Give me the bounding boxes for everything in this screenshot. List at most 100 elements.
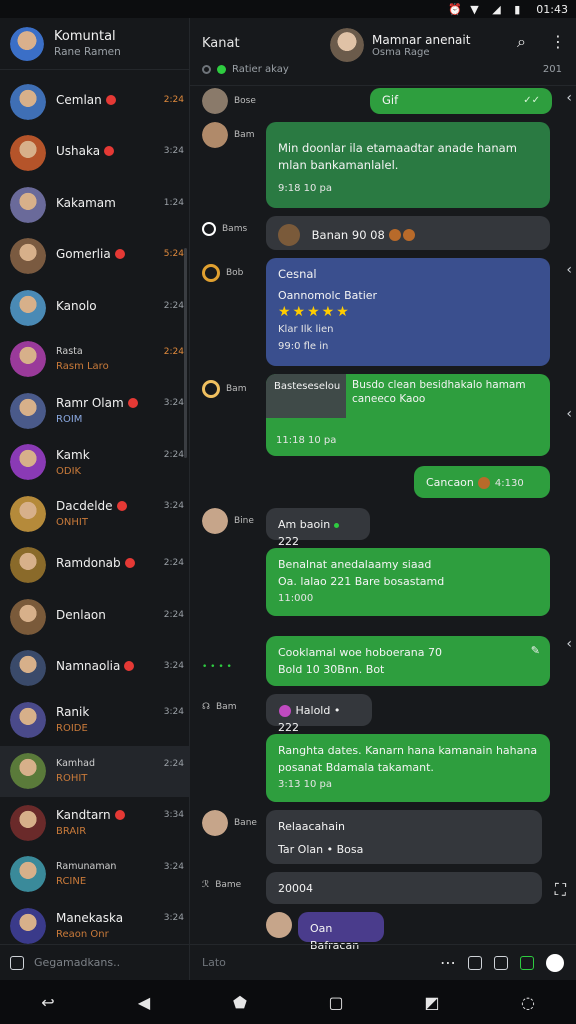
image-icon[interactable] [494, 955, 508, 970]
message-bubble[interactable]: Min doonlar ila etamaadtar anade hanam m… [266, 122, 550, 208]
chat-time: 2:24 [163, 558, 184, 569]
chat-list-item[interactable]: Kamhad 2:24 ROHIT [0, 745, 190, 797]
chat-time: 2:24 [163, 609, 184, 620]
emoji-icon [389, 229, 402, 241]
message-bubble[interactable]: Gif ✓✓ [370, 88, 552, 114]
assistant-icon[interactable]: ◌ [519, 993, 537, 1012]
chat-list-item[interactable]: Rasta 2:24 Rasm Laro [0, 334, 190, 386]
more-icon[interactable]: ⋯ [440, 953, 456, 972]
message-bubble[interactable]: Oan Bafracan [298, 912, 384, 952]
chat-list-item[interactable]: Kandtarn 3:34 BRAIR [0, 797, 190, 849]
chat-avatar [10, 650, 46, 687]
back-icon[interactable]: ◀ [135, 993, 153, 1012]
chat-list-item[interactable]: Kamk 2:24 ODIK [0, 437, 190, 489]
chevron-left-icon[interactable]: ‹ [566, 636, 572, 652]
chat-avatar [10, 547, 46, 584]
contact-status: Ratier akay [202, 64, 289, 75]
chevron-left-icon[interactable]: ‹ [566, 90, 572, 106]
message-bubble[interactable]: Banan 90 08 [266, 216, 550, 250]
chevron-left-icon[interactable]: ‹ [566, 406, 572, 422]
sender-avatar[interactable] [202, 122, 228, 148]
alarm-icon: ⏰ [448, 3, 462, 16]
chat-list-item[interactable]: Ushaka 3:24 [0, 128, 190, 180]
unread-badge-icon [114, 249, 125, 260]
message-input[interactable]: Lato [202, 956, 428, 969]
chat-name: Gomerlia [56, 247, 111, 262]
chat-time: 3:24 [163, 913, 184, 924]
user-avatar[interactable] [10, 26, 44, 61]
chat-avatar [10, 135, 46, 172]
sender-avatar[interactable] [266, 912, 292, 938]
chat-list-item[interactable]: Dacdelde 3:24 ONHIT [0, 488, 190, 540]
message-bubble[interactable]: Ranghta dates. Kanarn hana kamanain haha… [266, 734, 550, 802]
chat-list-item[interactable]: Ramr Olam 3:24 ROIM [0, 385, 190, 437]
coin-icon [202, 380, 220, 398]
chat-preview: RCINE [56, 876, 87, 888]
message-bubble[interactable]: Am baoin 222 [266, 508, 370, 548]
chat-list-item[interactable]: Cemlan 2:24 [0, 76, 190, 128]
unread-badge-icon [114, 810, 125, 821]
chat-name: Ramunaman [56, 861, 117, 873]
home-icon[interactable]: ⬟ [231, 993, 249, 1012]
battery-icon: ▮ [514, 3, 521, 16]
message-bubble[interactable]: 20004 [266, 872, 542, 904]
emoji-icon [279, 705, 291, 717]
contact-avatar[interactable] [330, 28, 364, 62]
sender-avatar [278, 224, 300, 246]
more-options-icon[interactable]: ⋮ [550, 32, 566, 52]
chat-header: Kanat Mamnar anenait Osma Rage ⌕ ⋮ Ratie… [190, 18, 576, 86]
clock: 01:43 [536, 2, 568, 16]
sidebar-search-input[interactable]: Gegamadkans.. [34, 956, 120, 969]
message-bubble[interactable]: Benalnat anedalaamy siaad Oa. lalao 221 … [266, 548, 550, 616]
chat-list: Cemlan 2:24 Ushaka 3:24 Kakamam 1:24 Gomerlia 5… [0, 76, 190, 952]
recents-icon[interactable]: ▢ [327, 993, 345, 1012]
edit-icon[interactable]: ✎ [531, 642, 540, 659]
chat-list-item[interactable]: Ranik 3:24 ROIDE [0, 694, 190, 746]
chat-name: Ushaka [56, 144, 101, 159]
chat-name: Denlaon [56, 607, 106, 622]
chat-name: Kamhad [56, 758, 96, 770]
expand-icon[interactable]: ⛶ [555, 880, 566, 900]
sender-avatar[interactable] [202, 88, 228, 114]
typing-indicator: • • • • [202, 662, 232, 672]
message-bubble[interactable]: Halold • 222 [266, 694, 372, 734]
screenshot-icon[interactable]: ◩ [423, 993, 441, 1012]
bot-icon: ℛ [202, 880, 210, 890]
chat-list-item[interactable]: Gomerlia 5:24 [0, 231, 190, 283]
chevron-left-icon[interactable]: ‹ [566, 262, 572, 278]
message-bubble[interactable]: Basteseselou Busdo clean besidhakalo ham… [266, 374, 550, 456]
chat-time: 1:24 [163, 197, 184, 208]
message-bubble[interactable]: Cancaon 4:130 [414, 466, 550, 498]
chat-list-item[interactable]: Namnaolia 3:24 [0, 643, 190, 695]
chat-avatar [10, 856, 46, 893]
chat-list-item[interactable]: Kakamam 1:24 [0, 179, 190, 231]
emoji-picker-icon[interactable] [546, 953, 564, 972]
sender-avatar[interactable] [202, 508, 228, 534]
chat-avatar [10, 392, 46, 429]
message-bubble[interactable]: Relaacahain Tar Olan • Bosa [266, 810, 542, 864]
chat-name: Dacdelde [56, 499, 113, 514]
search-icon[interactable]: ⌕ [517, 32, 526, 52]
read-tick-icon: ✓✓ [523, 95, 540, 106]
chat-avatar [10, 83, 46, 120]
sidebar-scrollbar[interactable] [184, 248, 187, 458]
contact-info[interactable]: Mamnar anenait Osma Rage [330, 28, 470, 62]
back-gesture-icon[interactable]: ↩ [39, 993, 57, 1012]
message-bubble[interactable]: Cooklamal woe hoboerana 70 Bold 10 30Bnn… [266, 636, 550, 686]
wifi-icon: ▼ [470, 3, 479, 16]
message-bubble[interactable]: Cesnal Oannomolc Batier ★★★★★ Klar Ilk l… [266, 258, 550, 366]
status-ring-icon [202, 65, 211, 74]
chat-list-item[interactable]: Kanolo 2:24 [0, 282, 190, 334]
chat-name: Rasta [56, 346, 83, 358]
chat-list-item[interactable]: Denlaon 2:24 [0, 591, 190, 643]
chat-avatar [10, 907, 46, 944]
chat-list-item[interactable]: Ramunaman 3:24 RCINE [0, 849, 190, 901]
signal-icon: ◢ [492, 3, 501, 16]
composer: Lato ⋯ [190, 944, 576, 980]
sticker-icon[interactable] [520, 955, 534, 970]
chat-time: 2:24 [163, 346, 184, 357]
chat-list-item[interactable]: Ramdonab 2:24 [0, 540, 190, 592]
attachment-icon[interactable] [468, 955, 482, 970]
sender-avatar[interactable] [202, 810, 228, 836]
folder-icon[interactable] [10, 955, 24, 970]
